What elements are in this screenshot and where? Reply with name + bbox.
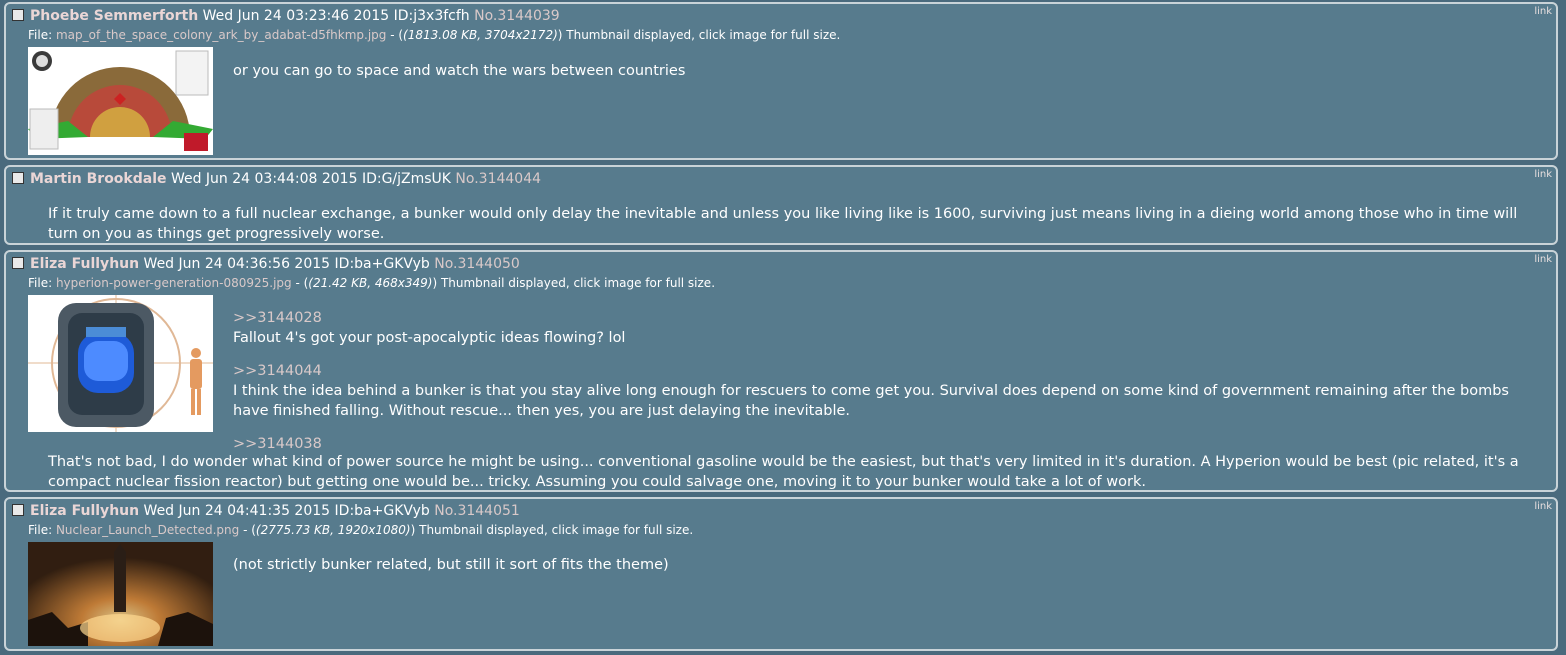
- poster-id[interactable]: ID:G/jZmsUK: [362, 171, 451, 187]
- post-link[interactable]: link: [1534, 501, 1552, 512]
- file-name-link[interactable]: Nuclear_Launch_Detected.png: [56, 523, 239, 537]
- post: Phoebe Semmerforth Wed Jun 24 03:23:46 2…: [4, 2, 1558, 160]
- post-date: Wed Jun 24 04:36:56 2015: [143, 256, 331, 272]
- poster-name: Martin Brookdale: [30, 171, 167, 187]
- thumbnail-image[interactable]: [28, 295, 213, 432]
- file-label: File:: [28, 28, 53, 42]
- message-text: If it truly came down to a full nuclear …: [48, 206, 1518, 242]
- poster-id[interactable]: ID:ba+GKVyb: [335, 256, 430, 272]
- file-info: File: Nuclear_Launch_Detected.png - ((27…: [28, 523, 694, 537]
- file-label: File:: [28, 523, 53, 537]
- post: Martin Brookdale Wed Jun 24 03:44:08 201…: [4, 165, 1558, 245]
- post-header: Eliza Fullyhun Wed Jun 24 04:36:56 2015 …: [12, 256, 520, 272]
- post-number[interactable]: No.3144051: [434, 503, 520, 519]
- post-message: (not strictly bunker related, but still …: [233, 555, 1533, 575]
- file-details: (2775.73 KB, 1920x1080): [255, 523, 411, 537]
- message-text: I think the idea behind a bunker is that…: [233, 383, 1509, 419]
- select-checkbox[interactable]: [12, 172, 24, 184]
- file-label: File:: [28, 276, 53, 290]
- quote-link[interactable]: >>3144044: [233, 361, 1533, 381]
- post-number[interactable]: No.3144039: [474, 8, 560, 24]
- poster-name: Eliza Fullyhun: [30, 256, 140, 272]
- thumbnail-note: Thumbnail displayed, click image for ful…: [440, 276, 716, 290]
- select-checkbox[interactable]: [12, 9, 24, 21]
- post-link[interactable]: link: [1534, 6, 1552, 17]
- post-date: Wed Jun 24 03:23:46 2015: [202, 8, 390, 24]
- thumbnail-note: Thumbnail displayed, click image for ful…: [566, 28, 841, 42]
- post: Eliza Fullyhun Wed Jun 24 04:36:56 2015 …: [4, 250, 1558, 492]
- post-link[interactable]: link: [1534, 169, 1552, 180]
- quote-link[interactable]: >>3144038: [233, 434, 1533, 454]
- post-number[interactable]: No.3144050: [434, 256, 520, 272]
- post: Eliza Fullyhun Wed Jun 24 04:41:35 2015 …: [4, 497, 1558, 651]
- file-info: File: hyperion-power-generation-080925.j…: [28, 276, 716, 290]
- quote-link[interactable]: >>3144028: [233, 308, 1533, 328]
- message-text: or you can go to space and watch the war…: [233, 63, 686, 79]
- file-details: (21.42 KB, 468x349): [308, 276, 433, 290]
- post-message: If it truly came down to a full nuclear …: [48, 204, 1518, 244]
- post-message-continued: That's not bad, I do wonder what kind of…: [48, 452, 1528, 492]
- file-name-link[interactable]: hyperion-power-generation-080925.jpg: [56, 276, 292, 290]
- post-header: Eliza Fullyhun Wed Jun 24 04:41:35 2015 …: [12, 503, 520, 519]
- thumbnail-image[interactable]: [28, 542, 213, 646]
- post-header: Phoebe Semmerforth Wed Jun 24 03:23:46 2…: [12, 8, 560, 24]
- file-name-link[interactable]: map_of_the_space_colony_ark_by_adabat-d5…: [56, 28, 386, 42]
- poster-name: Eliza Fullyhun: [30, 503, 140, 519]
- poster-id[interactable]: ID:j3x3fcfh: [394, 8, 470, 24]
- select-checkbox[interactable]: [12, 257, 24, 269]
- message-text: (not strictly bunker related, but still …: [233, 557, 669, 573]
- post-number[interactable]: No.3144044: [455, 171, 541, 187]
- message-text: Fallout 4's got your post-apocalyptic id…: [233, 330, 626, 346]
- file-info: File: map_of_the_space_colony_ark_by_ada…: [28, 28, 841, 42]
- post-message: or you can go to space and watch the war…: [233, 61, 1533, 81]
- poster-name: Phoebe Semmerforth: [30, 8, 199, 24]
- post-header: Martin Brookdale Wed Jun 24 03:44:08 201…: [12, 171, 541, 187]
- post-date: Wed Jun 24 03:44:08 2015: [170, 171, 358, 187]
- thumbnail-note: Thumbnail displayed, click image for ful…: [419, 523, 694, 537]
- message-text: That's not bad, I do wonder what kind of…: [48, 454, 1519, 490]
- post-date: Wed Jun 24 04:41:35 2015: [143, 503, 331, 519]
- thumbnail-image[interactable]: [28, 47, 213, 155]
- file-details: (1813.08 KB, 3704x2172): [403, 28, 558, 42]
- post-link[interactable]: link: [1534, 254, 1552, 265]
- poster-id[interactable]: ID:ba+GKVyb: [335, 503, 430, 519]
- post-message: >>3144028 Fallout 4's got your post-apoc…: [233, 308, 1533, 454]
- select-checkbox[interactable]: [12, 504, 24, 516]
